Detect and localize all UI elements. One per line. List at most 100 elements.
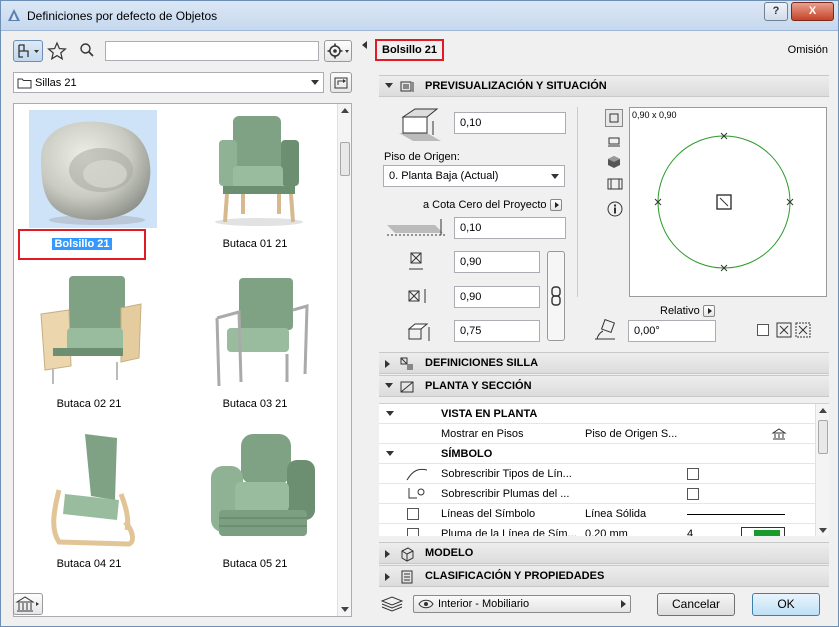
solid-line-sample bbox=[687, 514, 785, 515]
item-label: Butaca 04 21 bbox=[56, 558, 122, 570]
zero-level-icon bbox=[387, 219, 445, 236]
row-value: Línea Sólida bbox=[585, 508, 647, 520]
angle-input[interactable]: 0,00° bbox=[628, 320, 716, 342]
relativo-arrow-icon[interactable] bbox=[702, 305, 715, 318]
table-row[interactable]: Sobrescribir Tipos de Lín... bbox=[379, 464, 815, 484]
scrollbar-thumb[interactable] bbox=[818, 420, 828, 454]
library-icon bbox=[15, 596, 39, 612]
scrollbar-thumb[interactable] bbox=[340, 142, 350, 176]
pen-override-icon bbox=[408, 488, 425, 499]
group-vista-en-planta[interactable]: VISTA EN PLANTA bbox=[379, 404, 815, 424]
scroll-down-arrow[interactable] bbox=[341, 607, 349, 612]
collapse-panel-arrow[interactable] bbox=[362, 41, 367, 49]
mirror-checkbox[interactable] bbox=[757, 324, 769, 336]
gallery-item-butaca-01[interactable]: Butaca 01 21 bbox=[180, 110, 330, 270]
view-mode-button[interactable] bbox=[13, 40, 43, 62]
3d-view-icon[interactable] bbox=[607, 155, 621, 169]
scroll-down-arrow[interactable] bbox=[819, 528, 827, 533]
film-strip-icon[interactable] bbox=[607, 177, 623, 191]
object-thumbnail bbox=[195, 110, 323, 228]
object-gallery: Bolsillo 21 Butaca 01 21 Butaca 02 21 Bu… bbox=[13, 103, 352, 617]
object-thumbnail bbox=[195, 270, 323, 388]
height-z-input[interactable]: 0,75 bbox=[454, 320, 540, 342]
gallery-item-butaca-02[interactable]: Butaca 02 21 bbox=[14, 270, 164, 430]
expand-arrow-icon bbox=[385, 573, 390, 581]
library-manager-button[interactable] bbox=[13, 593, 43, 615]
object-view-icon bbox=[18, 44, 39, 58]
armchair-image bbox=[40, 276, 142, 384]
section-silla[interactable]: DEFINICIONES SILLA bbox=[379, 352, 829, 374]
info-icon[interactable] bbox=[607, 201, 623, 217]
gallery-item-bolsillo[interactable]: Bolsillo 21 bbox=[14, 110, 164, 270]
help-button[interactable]: ? bbox=[764, 2, 788, 21]
row-value: Piso de Origen S... bbox=[585, 428, 678, 440]
override-line-types-checkbox[interactable] bbox=[687, 468, 699, 480]
armchair-image bbox=[215, 116, 303, 226]
archicad-app-icon bbox=[8, 9, 20, 21]
collapse-arrow-icon bbox=[386, 411, 394, 416]
close-button[interactable]: X bbox=[791, 2, 834, 21]
gallery-item-butaca-05[interactable]: Butaca 05 21 bbox=[180, 430, 330, 590]
folder-up-button[interactable] bbox=[330, 72, 352, 93]
folder-name: Sillas 21 bbox=[35, 77, 77, 89]
section-preview[interactable]: PREVISUALIZACIÓN Y SITUACIÓN bbox=[379, 75, 829, 97]
plan-section-icon bbox=[400, 381, 414, 393]
row-label: Líneas del Símbolo bbox=[441, 508, 536, 520]
override-pens-checkbox[interactable] bbox=[687, 488, 699, 500]
gallery-item-butaca-04[interactable]: Butaca 04 21 bbox=[14, 430, 164, 590]
anchor-center-icon[interactable] bbox=[776, 322, 792, 338]
gallery-item-butaca-03[interactable]: Butaca 03 21 bbox=[180, 270, 330, 430]
section-title: PREVISUALIZACIÓN Y SITUACIÓN bbox=[425, 80, 607, 92]
width-x-icon bbox=[409, 252, 423, 270]
cota-arrow-icon[interactable] bbox=[549, 199, 562, 212]
table-row[interactable]: Sobrescribir Plumas del ... bbox=[379, 484, 815, 504]
depth-y-input[interactable]: 0,90 bbox=[454, 286, 540, 308]
pen-color-swatch[interactable] bbox=[741, 527, 785, 536]
club-armchair-image bbox=[211, 434, 315, 536]
section-title: DEFINICIONES SILLA bbox=[425, 357, 539, 369]
chevron-down-icon bbox=[551, 174, 559, 179]
ok-button[interactable]: OK bbox=[752, 593, 820, 616]
title-bar: Definiciones por defecto de Objetos ? X bbox=[1, 1, 838, 31]
collapse-arrow-icon bbox=[385, 83, 393, 88]
section-modelo[interactable]: MODELO bbox=[379, 542, 829, 564]
piso-dropdown[interactable]: 0. Planta Baja (Actual) bbox=[383, 165, 565, 187]
search-icon[interactable] bbox=[79, 42, 95, 58]
section-clasificacion[interactable]: CLASIFICACIÓN Y PROPIEDADES bbox=[379, 565, 829, 587]
table-scrollbar[interactable] bbox=[815, 404, 829, 536]
item-label: Butaca 03 21 bbox=[222, 398, 288, 410]
layers-icon bbox=[380, 596, 404, 612]
link-proportions-button[interactable] bbox=[547, 251, 565, 341]
view-2d-button[interactable] bbox=[605, 109, 623, 127]
section-view-icon[interactable] bbox=[607, 135, 621, 149]
table-row[interactable]: Pluma de la Línea de Sím... 0,20 mm 4 bbox=[379, 524, 815, 536]
section-planta[interactable]: PLANTA Y SECCIÓN bbox=[379, 375, 829, 397]
favorites-star-icon[interactable] bbox=[47, 41, 67, 61]
default-label: Omisión bbox=[787, 44, 828, 56]
window-title: Definiciones por defecto de Objetos bbox=[27, 9, 218, 23]
gallery-scrollbar[interactable] bbox=[337, 104, 351, 616]
cota-label[interactable]: a Cota Cero del Proyecto bbox=[423, 199, 562, 212]
beanbag-chair-image bbox=[41, 121, 151, 225]
width-x-input[interactable]: 0,90 bbox=[454, 251, 540, 273]
scroll-up-arrow[interactable] bbox=[341, 108, 349, 113]
eye-icon bbox=[418, 599, 434, 609]
elevation-input[interactable]: 0,10 bbox=[454, 112, 566, 134]
table-row[interactable]: Líneas del Símbolo Línea Sólida bbox=[379, 504, 815, 524]
search-input[interactable] bbox=[105, 41, 319, 61]
library-folder-dropdown[interactable]: Sillas 21 bbox=[13, 72, 324, 93]
cancel-button[interactable]: Cancelar bbox=[657, 593, 735, 616]
settings-button[interactable] bbox=[324, 40, 352, 62]
armchair-image bbox=[215, 278, 309, 387]
table-row[interactable]: Mostrar en Pisos Piso de Origen S... bbox=[379, 424, 815, 444]
group-simbolo[interactable]: SÍMBOLO bbox=[379, 444, 815, 464]
scroll-up-arrow[interactable] bbox=[819, 408, 827, 413]
row-label: Pluma de la Línea de Sím... bbox=[441, 528, 577, 536]
plan-section-table: VISTA EN PLANTA Mostrar en Pisos Piso de… bbox=[379, 403, 829, 536]
layer-selector[interactable]: Interior - Mobiliario bbox=[413, 595, 631, 613]
cota-input[interactable]: 0,10 bbox=[454, 217, 566, 239]
anchor-dashed-icon[interactable] bbox=[795, 322, 811, 338]
relativo-label[interactable]: Relativo bbox=[660, 305, 715, 318]
rotation-angle-icon bbox=[595, 319, 616, 340]
square-icon bbox=[609, 113, 619, 123]
